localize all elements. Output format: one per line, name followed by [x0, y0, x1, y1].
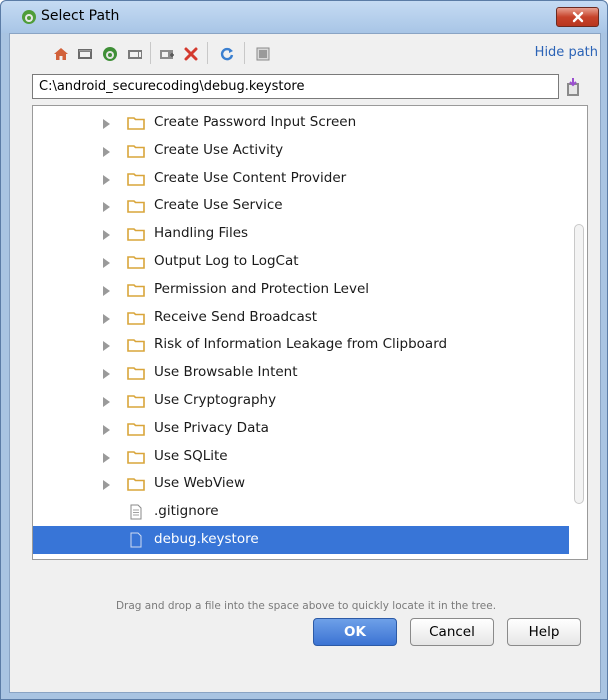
tree-folder-row[interactable]: Create Use Content Provider [33, 165, 569, 193]
folder-icon [127, 117, 145, 130]
path-history-icon[interactable] [565, 77, 583, 97]
tree-file-row[interactable]: .gitignore [33, 498, 569, 526]
tree-row-label: Handling Files [154, 225, 249, 242]
expand-arrow-icon[interactable] [103, 424, 110, 435]
drag-drop-hint: Drag and drop a file into the space abov… [115, 600, 497, 612]
tree-folder-row[interactable]: Create Password Input Screen [33, 109, 569, 137]
tree-folder-row[interactable]: Use WebView [33, 470, 569, 498]
home-icon[interactable] [52, 45, 70, 63]
tree-row-label: Output Log to LogCat [154, 253, 299, 269]
expand-arrow-icon[interactable] [103, 341, 110, 352]
toolbar: Hide path [10, 34, 600, 74]
close-button[interactable] [556, 7, 599, 27]
file-icon [130, 532, 142, 548]
tree-row-label: Use WebView [154, 475, 245, 492]
scrollbar-thumb[interactable] [574, 224, 584, 504]
folder-icon [127, 311, 145, 325]
folder-icon [127, 228, 145, 241]
tree-row-label: Use Browsable Intent [154, 364, 298, 381]
new-folder-icon[interactable] [158, 45, 176, 63]
tree-folder-row[interactable]: Handling Files [33, 220, 569, 248]
expand-arrow-icon[interactable] [103, 313, 110, 324]
folder-icon [127, 172, 145, 186]
tree-folder-row[interactable]: Permission and Protection Level [33, 276, 569, 304]
path-field [32, 74, 586, 99]
tree-folder-row[interactable]: Output Log to LogCat [33, 248, 569, 276]
tree-folder-row[interactable]: Receive Send Broadcast [33, 304, 569, 332]
title-bar[interactable]: Select Path [1, 1, 607, 33]
tree-row-label: Create Use Activity [154, 141, 284, 158]
tree-folder-row[interactable]: Risk of Information Leakage from Clipboa… [33, 331, 569, 359]
tree-row-label: .gitignore [154, 503, 219, 520]
tree-row-label: debug.keystore [154, 531, 259, 547]
folder-icon [127, 256, 145, 269]
folder-icon [127, 422, 145, 436]
module-icon[interactable] [126, 45, 144, 63]
tree-folder-row[interactable]: Use Browsable Intent [33, 359, 569, 387]
tree-row-label: Use SQLite [154, 447, 228, 464]
tree-row-label: Use Cryptography [154, 392, 277, 408]
tree-folder-row[interactable]: Use Cryptography [33, 387, 569, 415]
dialog-title: Select Path [41, 8, 120, 24]
folder-icon [127, 450, 145, 464]
tree-row-label: Create Password Input Screen [154, 114, 357, 130]
help-button[interactable]: Help [507, 618, 581, 646]
tree-row-label: Use Privacy Data [154, 419, 269, 436]
desktop-icon[interactable] [76, 45, 94, 63]
tree-folder-row[interactable]: Create Use Activity [33, 137, 569, 165]
tree-file-row[interactable]: l [33, 554, 569, 560]
expand-arrow-icon[interactable] [103, 397, 110, 407]
expand-arrow-icon[interactable] [103, 480, 110, 491]
toolbar-separator [244, 42, 245, 64]
folder-icon [127, 144, 145, 158]
close-icon [572, 11, 583, 23]
expand-arrow-icon[interactable] [103, 146, 110, 157]
expand-arrow-icon[interactable] [103, 369, 110, 380]
expand-arrow-icon[interactable] [103, 202, 110, 213]
tree-folder-row[interactable]: Use SQLite [33, 443, 569, 471]
folder-icon [127, 200, 145, 214]
expand-arrow-icon[interactable] [103, 230, 110, 241]
vertical-scrollbar[interactable] [571, 106, 587, 559]
delete-icon[interactable] [182, 45, 200, 63]
folder-icon [127, 367, 145, 380]
path-input[interactable] [32, 74, 559, 99]
hide-path-link[interactable]: Hide path [535, 45, 598, 60]
tree-folder-row[interactable]: Use Privacy Data [33, 415, 569, 443]
refresh-icon[interactable] [218, 45, 236, 63]
toolbar-separator [207, 42, 208, 64]
file-tree[interactable]: Create Password Input Screen Create Use A… [32, 105, 588, 560]
show-hidden-icon[interactable] [254, 45, 272, 63]
select-path-dialog: Select Path Hide path C:\android_securec… [0, 0, 608, 700]
expand-arrow-icon[interactable] [103, 119, 110, 129]
tree-row-label: Create Use Service [154, 197, 283, 214]
tree-file-row[interactable]: debug.keystore [33, 526, 569, 554]
folder-icon [127, 395, 145, 408]
tree-row-label: Create Use Content Provider [154, 169, 347, 186]
expand-arrow-icon[interactable] [103, 285, 110, 296]
tree-row-label: Receive Send Broadcast [154, 308, 318, 325]
expand-arrow-icon[interactable] [103, 174, 110, 185]
file-icon [130, 504, 142, 520]
tree-row-label: Risk of Information Leakage from Clipboa… [154, 336, 448, 353]
project-icon[interactable] [101, 45, 119, 63]
folder-icon [127, 478, 145, 492]
android-studio-icon [22, 10, 36, 24]
cancel-button[interactable]: Cancel [410, 618, 494, 646]
expand-arrow-icon[interactable] [103, 258, 110, 268]
folder-icon [127, 283, 145, 297]
dialog-content: Hide path Create Password Input ScreenCr… [9, 33, 601, 693]
tree-row-label: Permission and Protection Level [154, 280, 370, 297]
expand-arrow-icon[interactable] [103, 452, 110, 463]
tree-row-label: l [154, 559, 158, 560]
folder-icon [127, 339, 145, 353]
toolbar-separator [150, 42, 151, 64]
ok-button[interactable]: OK [313, 618, 397, 646]
tree-folder-row[interactable]: Create Use Service [33, 192, 569, 220]
